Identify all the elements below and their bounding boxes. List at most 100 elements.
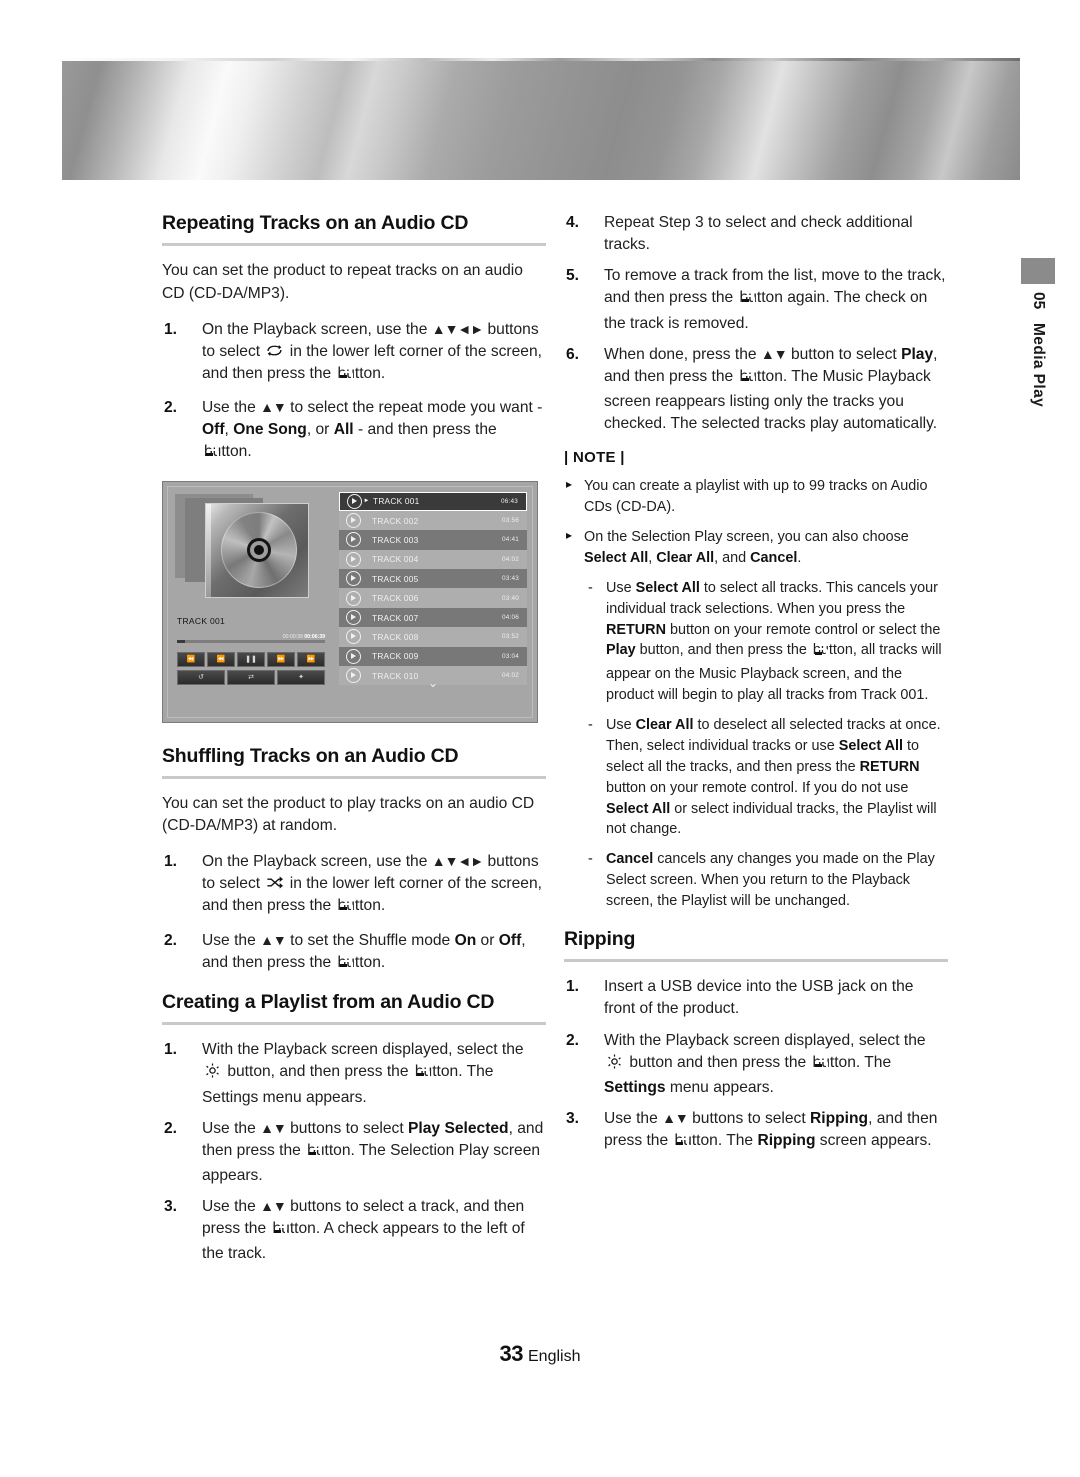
repeat-icon <box>265 342 284 359</box>
note-bullet: On the Selection Play screen, you can al… <box>564 527 948 912</box>
page-number: 33 <box>499 1341 524 1366</box>
track-list-item[interactable]: TRACK 002 03:56 <box>339 510 527 531</box>
progress-bar-track[interactable] <box>177 639 325 643</box>
step-number: 1. <box>164 853 178 871</box>
note-sub-item: Use Clear All to deselect all selected t… <box>584 715 948 840</box>
option-on: On <box>454 931 477 949</box>
step-number: 4. <box>566 214 580 231</box>
music-playback-screenshot: TRACK 001 00:00:39 00:06:39 ⏪ ⏪ ❚❚ ⏩ ⏩ ↺… <box>162 480 538 723</box>
track-list-item[interactable]: TRACK 004 04:02 <box>339 549 527 570</box>
step-text-a: With the Playback screen displayed, sele… <box>604 1031 926 1049</box>
updown-arrows-icon: ▲▼ <box>260 399 287 416</box>
side-tab-label: Media Play <box>1030 323 1047 408</box>
play-icon <box>346 513 361 529</box>
track-list-item[interactable]: TRACK 007 04:06 <box>339 607 527 628</box>
track-duration: 04:02 <box>502 555 519 563</box>
shuffle-icon[interactable]: ⇄ <box>227 669 275 685</box>
header-banner-topline <box>62 58 1020 61</box>
option-off: Off <box>498 931 522 949</box>
repeating-steps: 1. On the Playback screen, use the ▲▼◄► … <box>162 319 546 467</box>
pause-icon[interactable]: ❚❚ <box>237 651 265 667</box>
dpad-arrows-icon: ▲▼◄► <box>431 853 484 870</box>
option-play-selected: Play Selected <box>408 1119 509 1137</box>
note-bullet: You can create a playlist with up to 99 … <box>564 476 948 518</box>
now-playing-marker: ► <box>363 498 370 505</box>
play-icon <box>346 571 361 587</box>
chevron-down-icon[interactable]: ⌄ <box>428 677 438 689</box>
track-duration: 03:40 <box>502 594 519 602</box>
sub-text-a: Use <box>606 579 636 596</box>
skip-back-icon[interactable]: ⏪ <box>177 651 205 667</box>
sub-text-d: button, and then press the <box>635 642 811 659</box>
track-list-item[interactable]: TRACK 005 03:43 <box>339 569 527 589</box>
step-text-d: , or <box>306 421 334 439</box>
step-text: Insert a USB device into the USB jack on… <box>604 978 914 1018</box>
menu-ripping: Ripping <box>810 1109 869 1127</box>
step-number: 2. <box>164 399 178 417</box>
track-duration: 03:04 <box>502 652 519 660</box>
track-list[interactable]: ► TRACK 001 06:43 TRACK 002 03:56 TRACK 003… <box>339 491 527 689</box>
note-text-c: , and <box>714 549 751 566</box>
right-column: 4. Repeat Step 3 to select and check add… <box>564 212 948 1169</box>
track-list-item[interactable]: TRACK 008 03:52 <box>339 627 527 647</box>
section-title-ripping: Ripping <box>564 927 636 950</box>
option-select-all: Select All <box>606 800 671 817</box>
side-tab-number: 05 <box>1030 292 1047 310</box>
play-icon <box>347 493 362 509</box>
step-text-d: menu appears. <box>665 1078 774 1096</box>
menu-ripping: Ripping <box>757 1132 816 1150</box>
step-text-b: button to select <box>786 345 902 363</box>
step-text-a: Use the <box>202 931 261 949</box>
updown-arrows-icon: ▲▼ <box>662 1109 689 1126</box>
option-select-all: Select All <box>584 549 649 566</box>
step-text-e: - and then press the <box>353 421 497 439</box>
header-banner <box>62 58 1020 180</box>
note-heading: | NOTE | <box>564 449 625 467</box>
transport-controls-row: ⏪ ⏪ ❚❚ ⏩ ⏩ <box>177 651 325 667</box>
play-icon <box>346 648 361 664</box>
track-list-item[interactable]: TRACK 003 04:41 <box>339 530 527 550</box>
track-list-item[interactable]: TRACK 009 03:04 <box>339 646 527 667</box>
note-list: You can create a playlist with up to 99 … <box>564 476 948 912</box>
fast-forward-icon[interactable]: ⏩ <box>267 651 295 667</box>
track-duration: 03:43 <box>502 575 519 583</box>
option-cancel: Cancel <box>606 851 654 868</box>
updown-arrows-icon: ▲▼ <box>260 1198 287 1215</box>
section-title-repeating: Repeating Tracks on an Audio CD <box>162 212 469 234</box>
rewind-icon[interactable]: ⏪ <box>207 651 235 667</box>
skip-forward-icon[interactable]: ⏩ <box>297 651 325 667</box>
step-number: 2. <box>164 1119 178 1137</box>
play-icon <box>346 551 361 567</box>
step-item: 1. On the Playback screen, use the ▲▼◄► … <box>162 319 546 388</box>
track-name: TRACK 002 <box>372 515 419 526</box>
note-sub-list: Use Select All to select all tracks. Thi… <box>584 578 948 912</box>
note-text: You can create a playlist with up to 99 … <box>584 478 928 516</box>
track-list-item[interactable]: TRACK 006 03:40 <box>339 588 527 608</box>
step-number: 3. <box>566 1109 580 1127</box>
option-off: Off <box>202 421 225 439</box>
note-text-a: On the Selection Play screen, you can al… <box>584 529 909 546</box>
settings-icon[interactable]: ✦ <box>277 669 325 685</box>
track-list-item[interactable]: TRACK 010 04:02 ⌄ <box>339 666 527 689</box>
step-text-e: screen appears. <box>815 1132 932 1150</box>
step-number: 3. <box>164 1198 178 1216</box>
ripping-steps: 1. Insert a USB device into the USB jack… <box>564 976 948 1155</box>
repeat-icon[interactable]: ↺ <box>177 669 225 685</box>
step-number: 2. <box>164 931 178 949</box>
play-icon <box>346 629 361 645</box>
track-list-item[interactable]: ► TRACK 001 06:43 <box>339 491 527 511</box>
repeating-intro: You can set the product to repeat tracks… <box>162 262 523 302</box>
gear-icon <box>203 1062 222 1079</box>
button-return: RETURN <box>606 621 666 638</box>
step-item: 1. On the Playback screen, use the ▲▼◄► … <box>162 851 546 920</box>
section-rule <box>162 243 546 247</box>
step-text-a: On the Playback screen, use the <box>202 320 432 338</box>
step-text-b: button and then press the <box>625 1053 811 1071</box>
step-text-c: , <box>224 421 234 439</box>
step-number: 5. <box>566 267 580 285</box>
note-text-d: . <box>797 549 802 566</box>
page-language: English <box>528 1348 581 1365</box>
step-item: 6. When done, press the ▲▼ button to sel… <box>564 344 948 436</box>
option-select-all: Select All <box>838 737 904 754</box>
shuffling-steps: 1. On the Playback screen, use the ▲▼◄► … <box>162 851 546 977</box>
